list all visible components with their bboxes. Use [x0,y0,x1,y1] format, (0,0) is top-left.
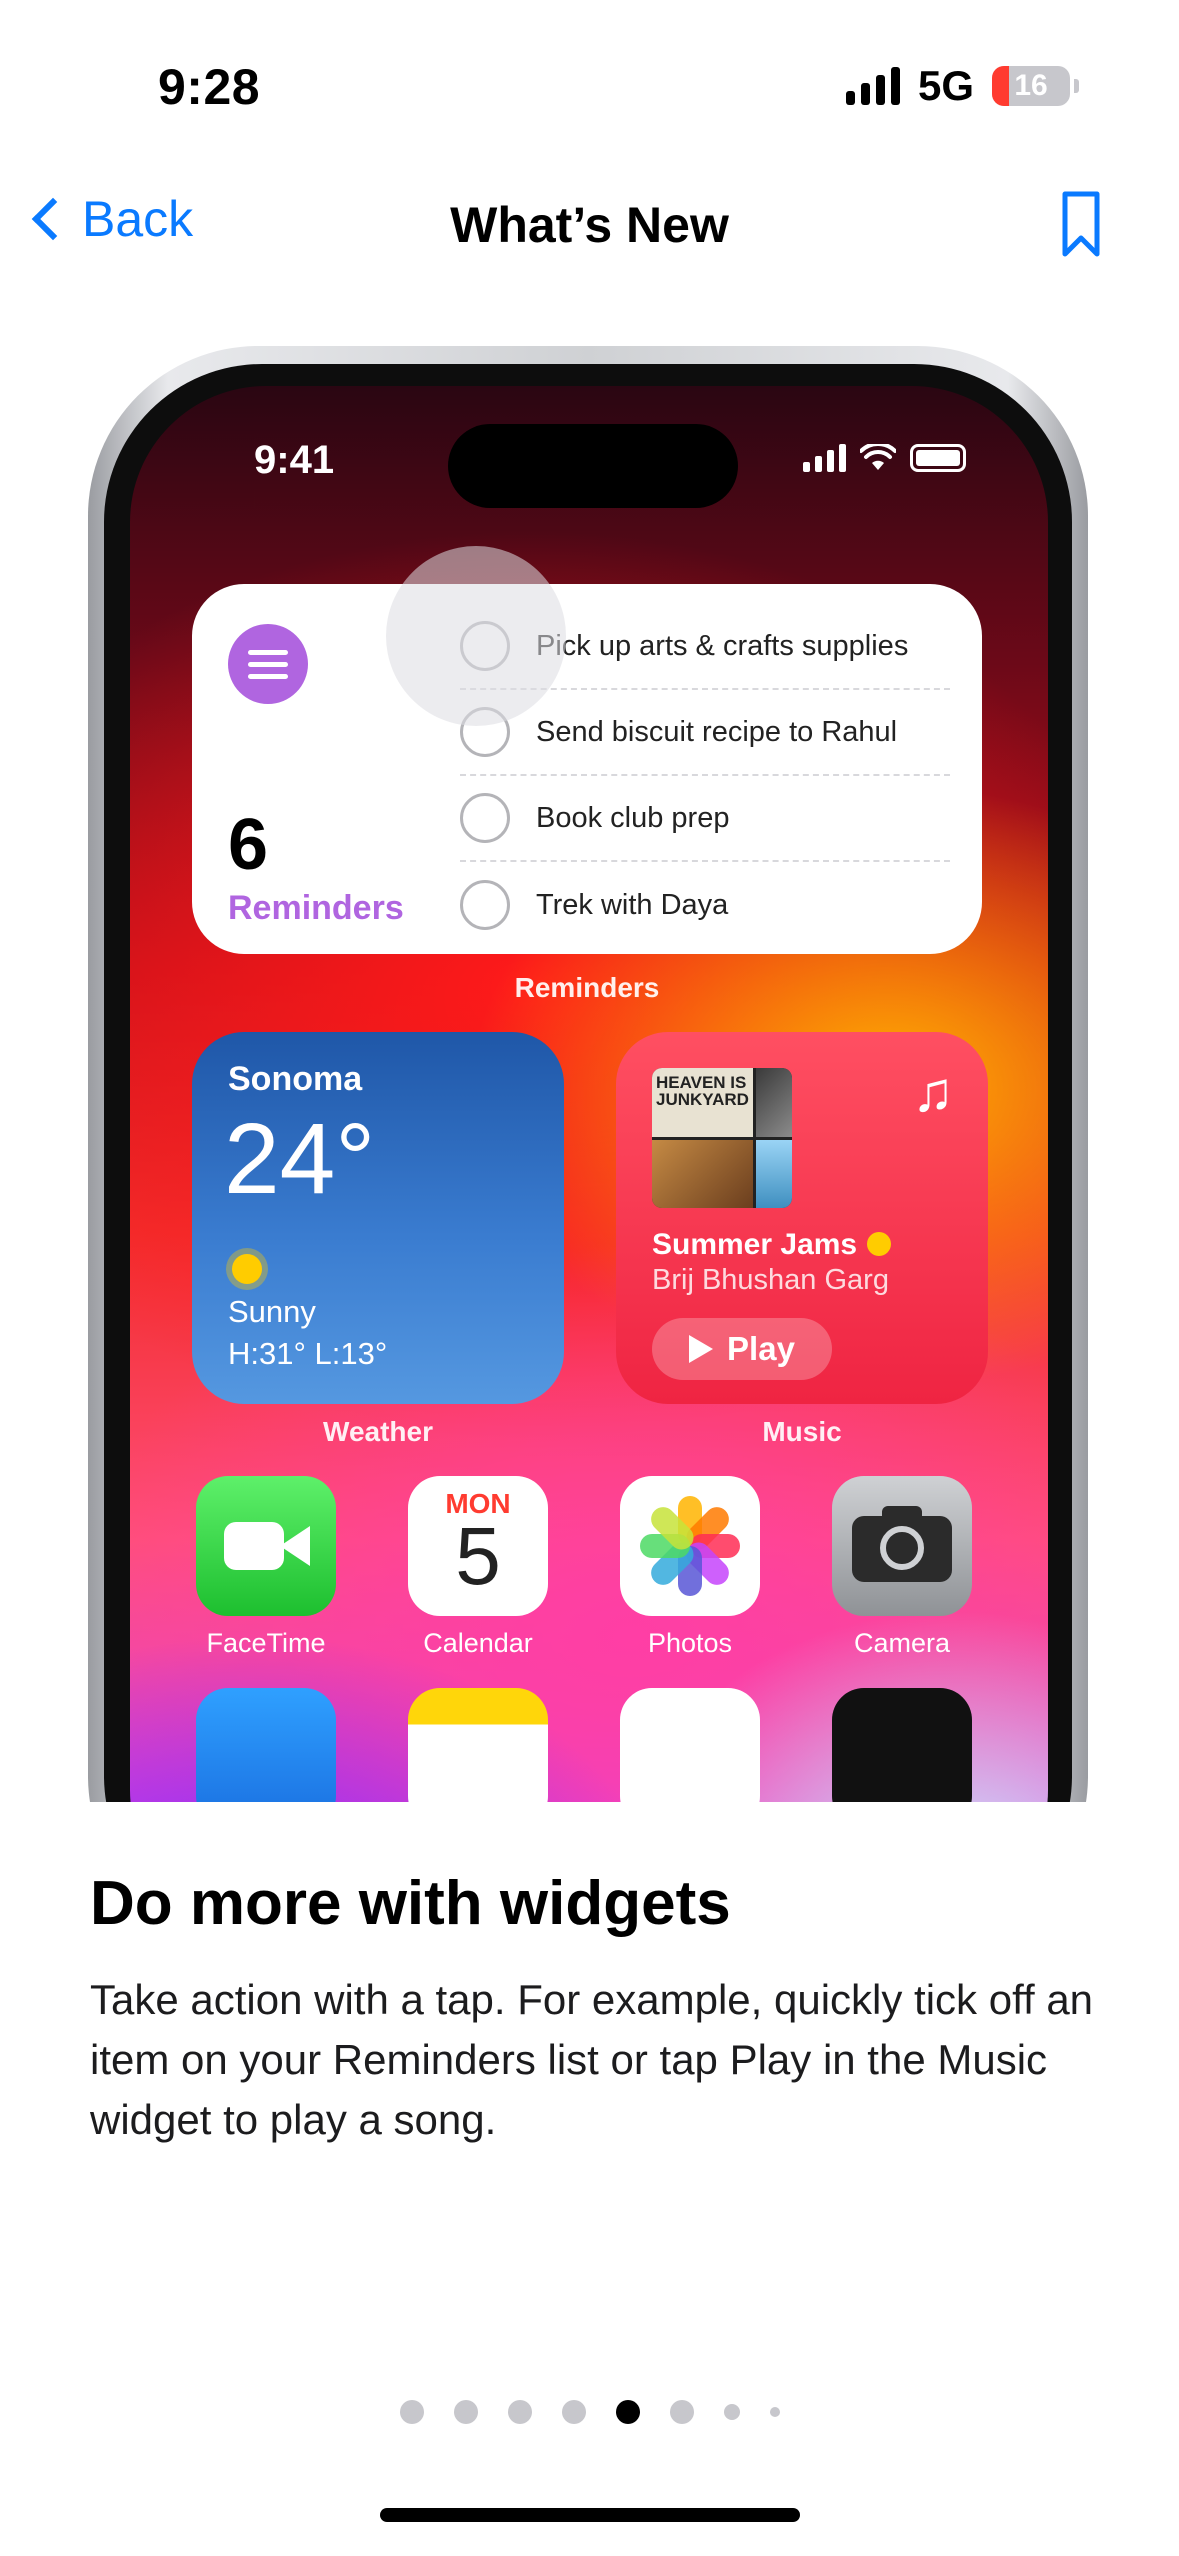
reminders-widget[interactable]: 6 Reminders Pick up arts & crafts suppli… [192,584,982,954]
app-calendar[interactable]: MON 5 Calendar [408,1476,548,1659]
page-dot[interactable] [769,2407,780,2417]
weather-condition: Sunny [228,1294,316,1329]
sun-icon [232,1254,262,1284]
weather-temperature: 24° [224,1103,376,1215]
page-dot[interactable] [399,2400,424,2424]
page-title: What’s New [450,197,729,253]
phone-screen: 9:41 6 Reminders Pick up arts & crafts s… [130,386,1048,1802]
camera-icon [832,1476,972,1616]
hero-image: 9:41 6 Reminders Pick up arts & crafts s… [0,330,1179,1802]
sun-emoji-icon [867,1232,892,1256]
tap-highlight [386,546,566,726]
wifi-icon [860,444,896,470]
reminder-text: Pick up arts & crafts supplies [536,629,909,662]
music-caption: Music [762,1416,842,1447]
page-dot[interactable] [507,2400,532,2424]
play-icon [689,1335,714,1363]
network-type: 5G [917,62,974,109]
reminders-list-icon [228,624,308,704]
photos-icon [620,1476,760,1616]
reminder-checkbox[interactable] [460,793,510,843]
battery-icon: 16 [992,66,1070,106]
dynamic-island [448,424,738,508]
music-artist: Brij Bhushan Garg [652,1264,889,1296]
mail-icon [196,1688,336,1802]
page-dot[interactable] [453,2400,478,2424]
page-dot[interactable] [723,2404,740,2420]
music-title: Summer Jams [652,1228,858,1261]
weather-city: Sonoma [228,1060,363,1098]
reminder-item[interactable]: Book club prep [460,776,950,862]
music-widget[interactable]: HEAVEN IS JUNKYARD ♫ Summer Jams Brij Bh… [616,1032,988,1404]
reminder-text: Trek with Daya [536,888,729,921]
reminder-item[interactable]: Trek with Daya [460,862,950,948]
app-label: Camera [853,1628,951,1658]
notes-icon [408,1688,548,1802]
reminders-label: Reminders [228,889,404,927]
app-photos[interactable]: Photos [620,1476,760,1659]
album-art: HEAVEN IS JUNKYARD [652,1068,792,1208]
page-indicator[interactable] [0,2400,1179,2424]
phone-status-time: 9:41 [254,438,335,482]
play-button[interactable]: Play [652,1318,832,1380]
clock-icon [832,1688,972,1802]
weather-caption: Weather [323,1416,433,1447]
battery-cap [1074,79,1079,93]
cellular-signal-icon [845,67,900,105]
reminders-count: 6 [228,805,269,885]
status-icons: 5G 16 [845,62,1079,110]
facetime-icon [196,1476,336,1616]
weather-high-low: H:31° L:13° [228,1336,388,1371]
phone-status-icons [803,444,966,472]
play-label: Play [727,1330,795,1367]
feature-headline: Do more with widgets [90,1869,731,1938]
reminder-text: Send biscuit recipe to Rahul [536,715,898,748]
reminders-app-icon [620,1688,760,1802]
home-indicator[interactable] [380,2508,800,2522]
album-art-text: HEAVEN IS JUNKYARD [652,1068,753,1137]
page-dot[interactable] [669,2400,694,2424]
app-facetime[interactable]: FaceTime [196,1476,336,1659]
phone-battery-icon [910,444,966,472]
bookmark-icon[interactable] [1061,190,1101,260]
app-label: Photos [647,1628,733,1658]
feature-description: Take action with a tap. For example, qui… [90,1976,1094,2143]
reminder-text: Book club prep [536,801,730,834]
calendar-day: 5 [455,1511,501,1602]
app-label: FaceTime [206,1628,326,1658]
music-note-icon: ♫ [912,1060,954,1123]
app-label: Calendar [423,1628,533,1658]
battery-percent: 16 [1014,69,1048,102]
calendar-icon: MON 5 [408,1476,548,1616]
page-dot-active[interactable] [615,2400,640,2424]
app-camera[interactable]: Camera [832,1476,972,1659]
phone-signal-icon [803,444,846,472]
reminders-caption: Reminders [514,972,660,1003]
status-time: 9:28 [158,59,261,115]
weather-widget[interactable]: Sonoma 24° Sunny H:31° L:13° [192,1032,564,1404]
music-title-row: Summer Jams [652,1228,892,1262]
page-dot[interactable] [561,2400,586,2424]
reminder-checkbox[interactable] [460,880,510,930]
